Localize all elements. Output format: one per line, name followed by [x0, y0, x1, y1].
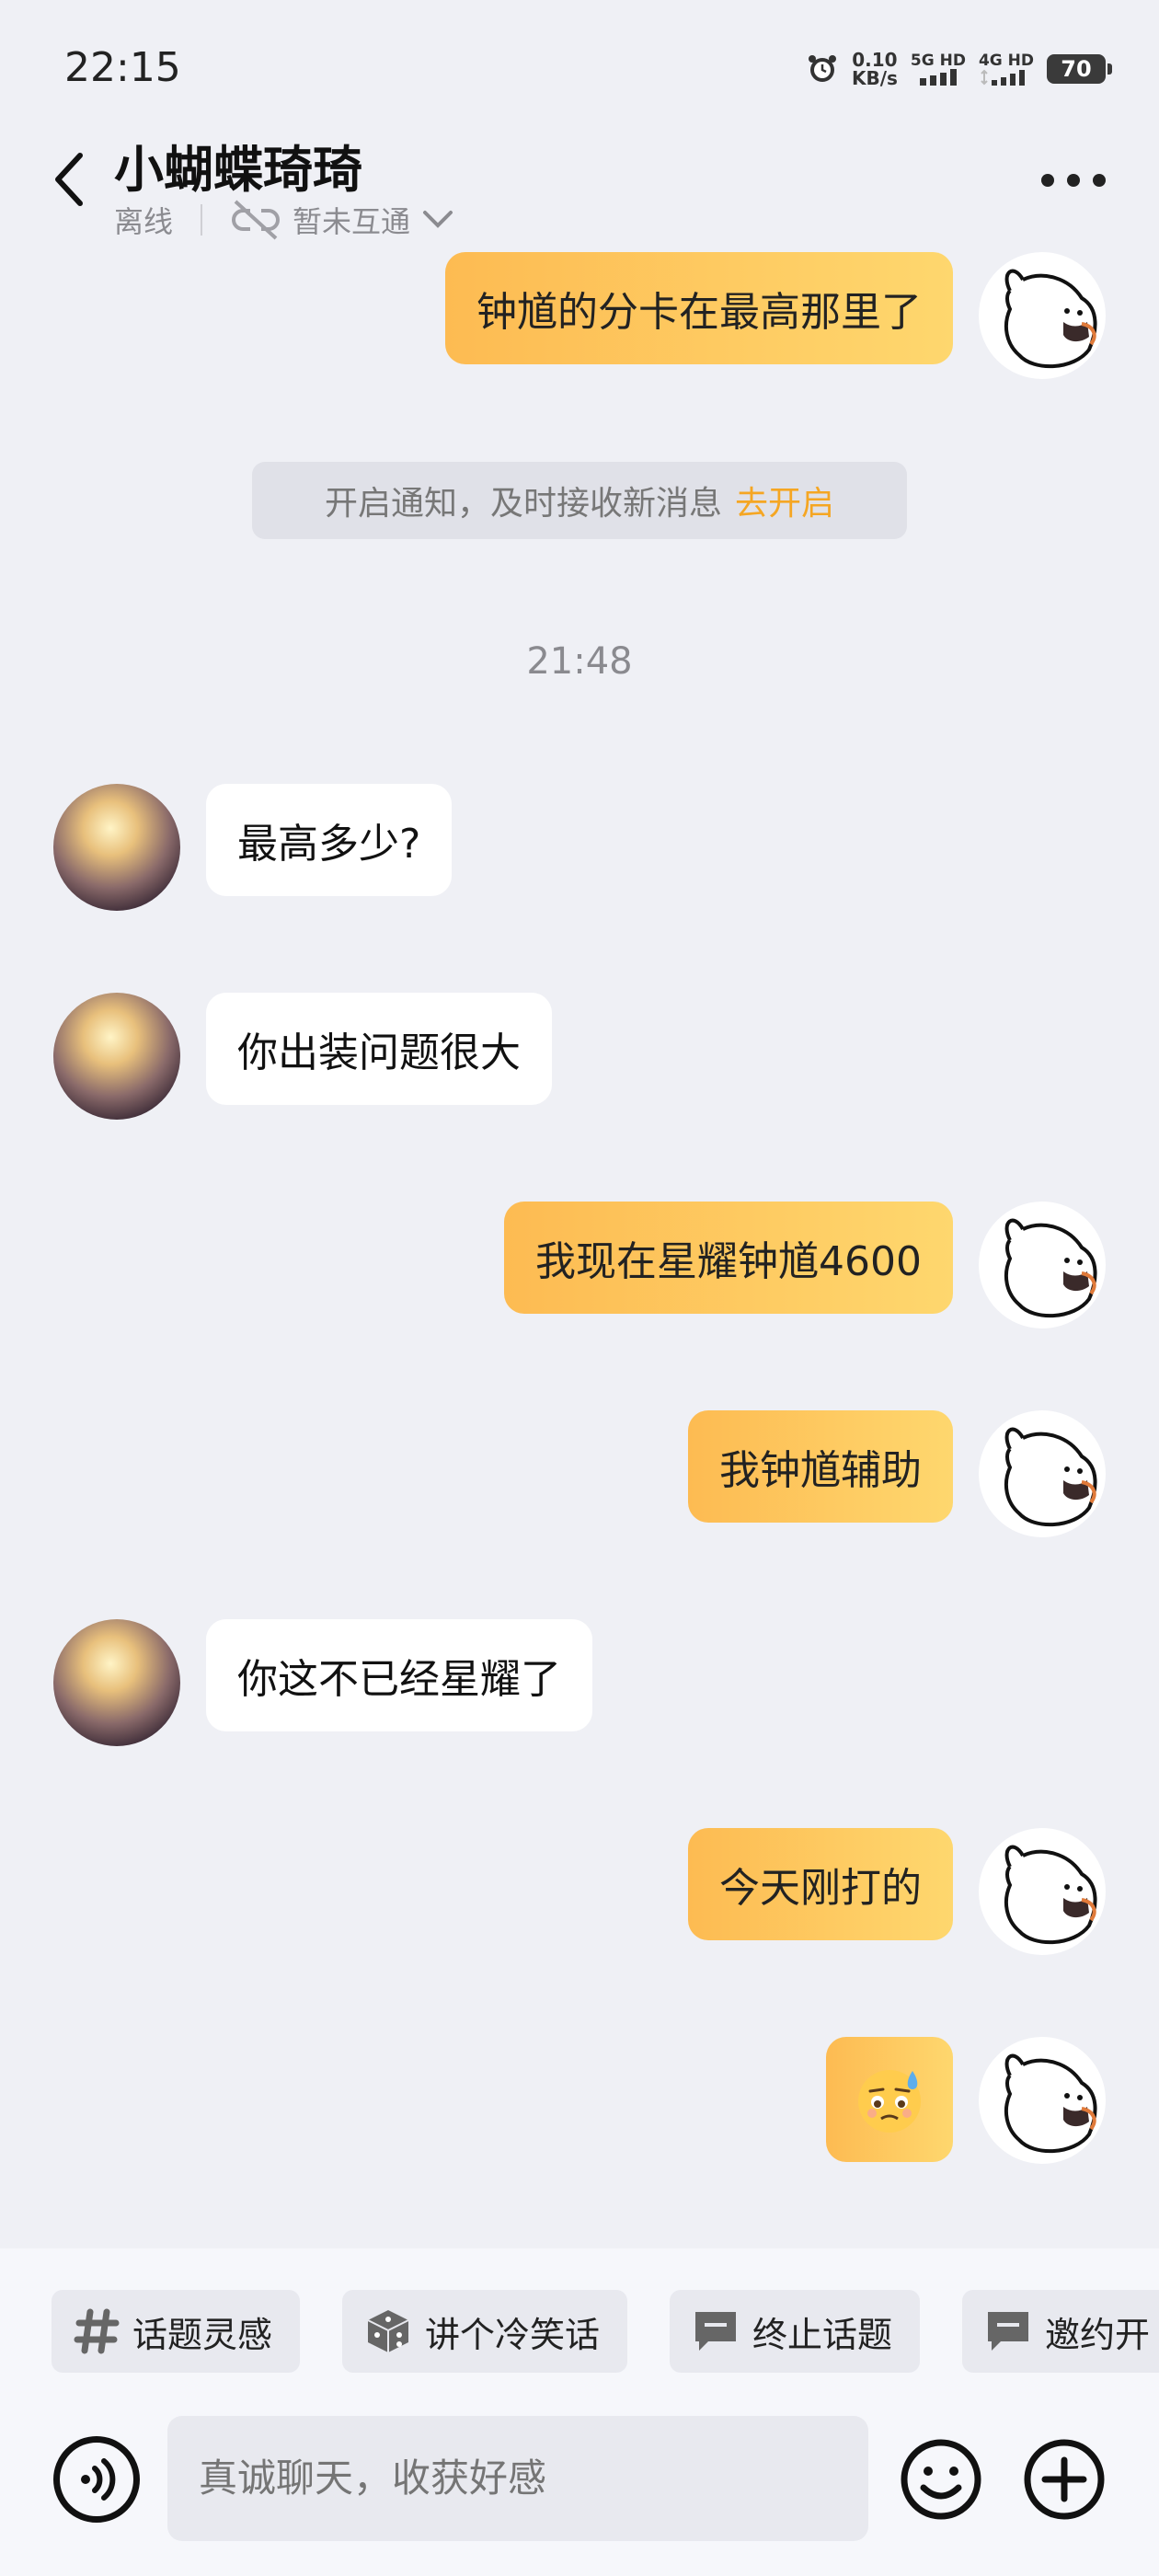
- emoji-button[interactable]: [898, 2436, 984, 2523]
- composer-panel: 话题灵感 讲个冷笑话 终止话题 邀约开 真诚聊天，收获好感: [0, 2248, 1159, 2576]
- divider: [201, 204, 203, 236]
- bunny-avatar-icon: [1004, 269, 1097, 368]
- contact-avatar[interactable]: [53, 784, 180, 911]
- message-timestamp: 21:48: [526, 640, 633, 683]
- chip-topic-inspiration[interactable]: 话题灵感: [52, 2290, 301, 2373]
- contact-avatar[interactable]: [53, 1619, 180, 1746]
- message-bubble-sent-emoji[interactable]: 🥲: [826, 2037, 953, 2162]
- more-dot-icon: [1093, 174, 1106, 187]
- enable-notifications-link[interactable]: 去开启: [735, 477, 834, 524]
- signal-bars-icon: [919, 69, 957, 86]
- message-input[interactable]: [167, 2416, 868, 2541]
- mutual-status: 暂未互通: [293, 204, 411, 239]
- net-speed: 0.10 KB/s: [851, 49, 898, 89]
- message-bubble-received[interactable]: 你这不已经星耀了: [206, 1619, 592, 1731]
- message-bubble-received[interactable]: 你出装问题很大: [206, 993, 552, 1105]
- contact-name[interactable]: 小蝴蝶琦琦: [114, 129, 362, 201]
- chat-bubble-icon: [988, 2312, 1029, 2351]
- voice-wave-icon: [81, 2458, 116, 2501]
- bunny-avatar-icon: [1004, 1845, 1097, 1944]
- chip-end-topic[interactable]: 终止话题: [670, 2290, 921, 2373]
- my-avatar[interactable]: [979, 1410, 1106, 1537]
- back-button[interactable]: [46, 147, 92, 212]
- message-bubble-sent[interactable]: 我现在星耀钟馗4600: [504, 1202, 953, 1314]
- my-avatar[interactable]: [979, 2037, 1106, 2164]
- contact-avatar[interactable]: [53, 993, 180, 1120]
- my-avatar[interactable]: [979, 1202, 1106, 1328]
- bunny-avatar-icon: [1004, 2053, 1097, 2153]
- alarm-icon: [808, 55, 836, 82]
- more-dot-icon: [1041, 174, 1054, 187]
- mutual-follow-toggle[interactable]: 暂未互通: [230, 198, 454, 242]
- sim1-signal: 5G HD: [911, 52, 966, 86]
- quick-action-chips: 话题灵感 讲个冷笑话 终止话题 邀约开: [52, 2290, 1159, 2373]
- notification-prompt-text: 开启通知，及时接收新消息: [324, 485, 722, 523]
- sad-sweat-face-icon: [858, 2070, 921, 2133]
- hashtag-icon: [74, 2308, 120, 2354]
- message-bubble-sent[interactable]: 钟馗的分卡在最高那里了: [445, 252, 953, 364]
- contact-status-line: 离线 暂未互通: [114, 198, 454, 242]
- message-bubble-sent[interactable]: 今天刚打的: [688, 1828, 953, 1940]
- signal-bars-icon: [981, 69, 1025, 86]
- my-avatar[interactable]: [979, 252, 1106, 379]
- status-time: 22:15: [64, 44, 181, 91]
- dice-icon: [367, 2310, 409, 2352]
- more-options-button[interactable]: [1041, 164, 1106, 197]
- chat-screen: 22:15 0.10 KB/s 5G HD 4G HD 70 小蝴蝶琦琦 离线 …: [0, 0, 1159, 2576]
- voice-input-button[interactable]: [53, 2436, 140, 2523]
- sim2-signal: 4G HD: [979, 52, 1034, 86]
- status-bar: 22:15 0.10 KB/s 5G HD 4G HD 70: [0, 0, 1159, 138]
- input-row: [0, 2414, 1159, 2543]
- online-status: 离线: [114, 204, 174, 239]
- message-bubble-sent[interactable]: 我钟馗辅助: [688, 1410, 953, 1523]
- status-indicators: 0.10 KB/s 5G HD 4G HD 70: [806, 49, 1112, 89]
- unlink-icon: [232, 200, 280, 240]
- battery-indicator: 70: [1047, 54, 1112, 84]
- bunny-avatar-icon: [1004, 1427, 1097, 1526]
- bunny-avatar-icon: [1004, 1218, 1097, 1317]
- chip-invite[interactable]: 邀约开: [962, 2290, 1159, 2373]
- chip-tell-joke[interactable]: 讲个冷笑话: [342, 2290, 628, 2373]
- chevron-left-icon: [55, 153, 83, 206]
- my-avatar[interactable]: [979, 1828, 1106, 1955]
- chevron-down-icon: [423, 211, 453, 228]
- message-bubble-received[interactable]: 最高多少?: [206, 784, 453, 896]
- notification-prompt: 开启通知，及时接收新消息 去开启: [252, 462, 907, 539]
- add-attachment-button[interactable]: [1021, 2436, 1107, 2523]
- chat-bubble-icon: [695, 2312, 737, 2351]
- more-dot-icon: [1067, 174, 1080, 187]
